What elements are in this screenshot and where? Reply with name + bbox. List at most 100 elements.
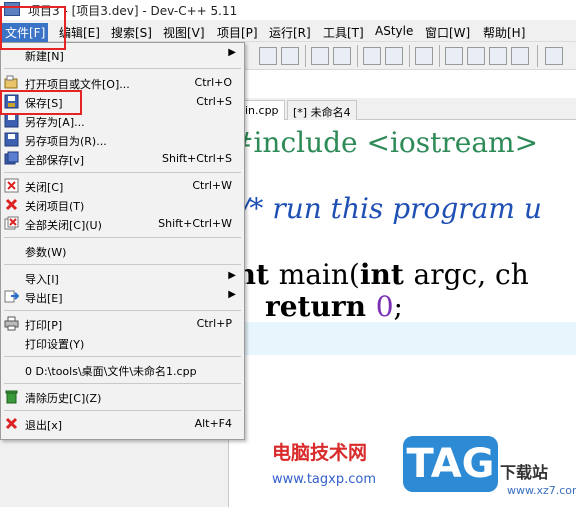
menu-item-shortcut: Alt+F4 xyxy=(194,417,232,430)
toolbar-replace-icon[interactable] xyxy=(281,47,299,65)
print-icon xyxy=(4,316,19,331)
watermark-url: www.tagxp.com xyxy=(272,472,376,487)
toolbar-panel-icon[interactable] xyxy=(511,47,529,65)
toolbar xyxy=(245,42,576,70)
close-all-icon xyxy=(4,216,19,230)
menu-project[interactable]: 项目[P] xyxy=(214,23,261,42)
menu-item-shortcut: Shift+Ctrl+S xyxy=(162,152,232,165)
exit-icon xyxy=(5,417,18,430)
toolbar-divider xyxy=(537,45,538,67)
toolbar-layout-icon[interactable] xyxy=(489,47,507,65)
menu-search[interactable]: 搜索[S] xyxy=(108,23,155,42)
menu-item-clear-history[interactable]: 清除历史[C](Z) xyxy=(1,387,244,406)
menu-divider xyxy=(4,410,241,411)
menu-divider xyxy=(4,383,241,384)
file-tabs: in.cpp [*] 未命名4 xyxy=(239,98,576,120)
menu-item-label: 打印设置(Y) xyxy=(25,338,85,351)
toolbar-check-icon[interactable] xyxy=(545,47,563,65)
menu-item-label: 导出[E] xyxy=(25,292,63,305)
menu-tools[interactable]: 工具[T] xyxy=(320,23,367,42)
menu-item-shortcut: Ctrl+O xyxy=(194,76,232,89)
watermark-site-name: 下载站 xyxy=(500,463,549,482)
menu-item-shortcut: Ctrl+S xyxy=(196,95,232,108)
menu-item-shortcut: Ctrl+W xyxy=(192,179,232,192)
toolbar-divider xyxy=(305,45,306,67)
menu-bar: 文件[F] 编辑[E] 搜索[S] 视图[V] 项目[P] 运行[R] 工具[T… xyxy=(0,20,576,42)
menu-item-parameters[interactable]: 参数(W) xyxy=(1,241,244,260)
menu-item-close-project[interactable]: 关闭项目(T) xyxy=(1,195,244,214)
menu-astyle[interactable]: AStyle xyxy=(372,23,416,39)
menu-item-import[interactable]: 导入[I] ▶ xyxy=(1,268,244,287)
current-line-highlight xyxy=(245,322,576,355)
menu-item-recent-file[interactable]: 0 D:\tools\桌面\文件\未命名1.cpp xyxy=(1,360,244,379)
submenu-arrow-icon: ▶ xyxy=(228,289,236,300)
close-project-icon xyxy=(5,198,18,211)
menu-item-close-all[interactable]: 全部关闭[C](U) Shift+Ctrl+W xyxy=(1,214,244,233)
close-file-icon xyxy=(4,178,19,193)
save-all-icon xyxy=(4,151,19,165)
menu-item-save-project-as[interactable]: 另存项目为(R)... xyxy=(1,130,244,149)
code-keyword: int xyxy=(359,258,414,291)
toolbar-goto-icon[interactable] xyxy=(363,47,381,65)
menu-item-label: 0 D:\tools\桌面\文件\未命名1.cpp xyxy=(25,365,197,378)
menu-item-label: 导入[I] xyxy=(25,273,59,286)
menu-item-save-all[interactable]: 全部保存[v] Shift+Ctrl+S xyxy=(1,149,244,168)
menu-item-label: 打印[P] xyxy=(25,319,63,332)
toolbar-compile-icon[interactable] xyxy=(385,47,403,65)
tab-file-1[interactable]: in.cpp xyxy=(239,100,285,120)
export-icon xyxy=(4,290,19,303)
menu-item-close[interactable]: 关闭[C] Ctrl+W xyxy=(1,176,244,195)
menu-item-label: 新建[N] xyxy=(25,50,64,63)
menu-divider xyxy=(4,310,241,311)
code-text: main( xyxy=(278,258,360,291)
code-line-comment: /* run this program u xyxy=(240,192,542,225)
menu-divider xyxy=(4,68,241,69)
toolbar-divider xyxy=(409,45,410,67)
watermark-site-url: www.xz7.com xyxy=(507,484,576,497)
toolbar-bookmark-icon[interactable] xyxy=(415,47,433,65)
menu-item-label: 全部保存[v] xyxy=(25,154,85,167)
toolbar-window-icon[interactable] xyxy=(467,47,485,65)
watermark-tag-logo: TAG xyxy=(403,436,498,492)
code-keyword: return xyxy=(226,290,376,323)
toolbar-indent-icon[interactable] xyxy=(311,47,329,65)
title-bar: 项目3 - [项目3.dev] - Dev-C++ 5.11 xyxy=(0,0,576,20)
menu-window[interactable]: 窗口[W] xyxy=(422,23,473,42)
submenu-arrow-icon: ▶ xyxy=(228,47,236,58)
menu-item-label: 全部关闭[C](U) xyxy=(25,219,102,232)
save-as-icon xyxy=(4,113,19,128)
watermark-text: 电脑技术网 xyxy=(272,442,368,464)
menu-item-exit[interactable]: 退出[x] Alt+F4 xyxy=(1,414,244,433)
open-folder-icon xyxy=(4,75,18,89)
highlight-box-file-menu xyxy=(0,6,66,50)
toolbar-unindent-icon[interactable] xyxy=(333,47,351,65)
save-project-icon xyxy=(4,132,19,147)
toolbar-divider xyxy=(357,45,358,67)
menu-item-label: 退出[x] xyxy=(25,419,63,432)
menu-view[interactable]: 视图[V] xyxy=(160,23,208,42)
toolbar-search-icon[interactable] xyxy=(259,47,277,65)
menu-run[interactable]: 运行[R] xyxy=(266,23,314,42)
clear-history-icon xyxy=(5,390,18,404)
highlight-box-save-item xyxy=(0,90,82,115)
toolbar-grid-icon[interactable] xyxy=(445,47,463,65)
menu-divider xyxy=(4,264,241,265)
tab-file-2[interactable]: [*] 未命名4 xyxy=(287,100,357,120)
menu-divider xyxy=(4,237,241,238)
submenu-arrow-icon: ▶ xyxy=(228,270,236,281)
menu-item-label: 清除历史[C](Z) xyxy=(25,392,102,405)
code-line-return: return 0; xyxy=(226,290,403,323)
toolbar-divider xyxy=(439,45,440,67)
menu-help[interactable]: 帮助[H] xyxy=(480,23,528,42)
menu-divider xyxy=(4,172,241,173)
menu-item-print-setup[interactable]: 打印设置(Y) xyxy=(1,333,244,352)
menu-item-label: 另存为[A]... xyxy=(25,116,85,129)
code-line-main: int main(int argc, ch xyxy=(225,258,529,291)
menu-divider xyxy=(4,356,241,357)
menu-item-print[interactable]: 打印[P] Ctrl+P xyxy=(1,314,244,333)
code-number: 0 xyxy=(375,290,394,323)
menu-item-label: 参数(W) xyxy=(25,246,67,259)
menu-item-export[interactable]: 导出[E] ▶ xyxy=(1,287,244,306)
menu-item-shortcut: Ctrl+P xyxy=(196,317,232,330)
code-text: argc, ch xyxy=(413,258,529,291)
